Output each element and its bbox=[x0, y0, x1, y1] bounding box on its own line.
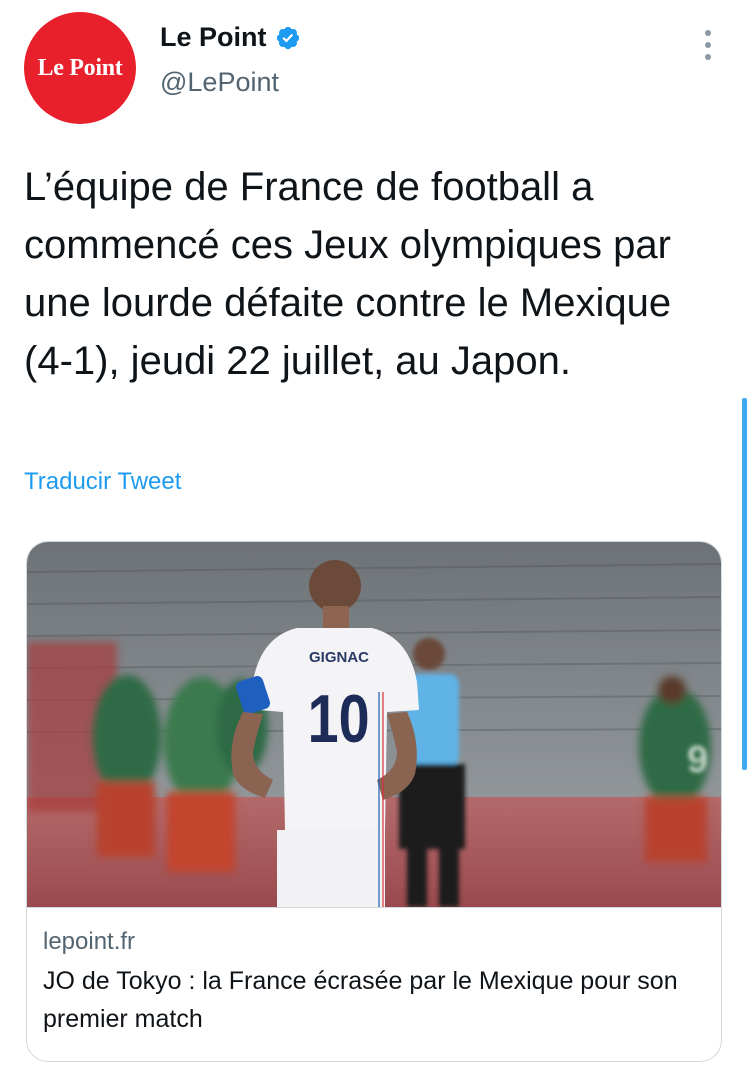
avatar[interactable]: Le Point bbox=[24, 12, 136, 124]
author-display-name[interactable]: Le Point bbox=[160, 22, 267, 53]
author-block: Le Point @LePoint bbox=[160, 22, 301, 98]
jersey-name: GIGNAC bbox=[309, 649, 369, 666]
card-meta[interactable]: lepoint.fr JO de Tokyo : la France écras… bbox=[27, 907, 721, 1038]
card-image[interactable]: 9 GIGNAC 10 bbox=[27, 542, 722, 907]
avatar-logo-text: Le Point bbox=[37, 54, 123, 81]
scrollbar[interactable] bbox=[742, 398, 747, 770]
opponent-number: 9 bbox=[687, 739, 708, 781]
card-title: JO de Tokyo : la France écrasée par le M… bbox=[43, 967, 678, 1033]
more-options-icon[interactable] bbox=[705, 30, 713, 60]
card-domain: lepoint.fr bbox=[43, 928, 136, 955]
tweet-text: L’équipe de France de football a commenc… bbox=[24, 165, 672, 383]
verified-badge-icon bbox=[276, 26, 299, 49]
jersey-number: 10 bbox=[308, 682, 370, 757]
author-handle[interactable]: @LePoint bbox=[160, 67, 301, 98]
author-name-row[interactable]: Le Point bbox=[160, 22, 301, 53]
translate-tweet-link[interactable]: Traducir Tweet bbox=[24, 468, 181, 496]
link-card[interactable]: 9 GIGNAC 10 lepoint.fr JO de Tokyo : la … bbox=[26, 541, 722, 1062]
